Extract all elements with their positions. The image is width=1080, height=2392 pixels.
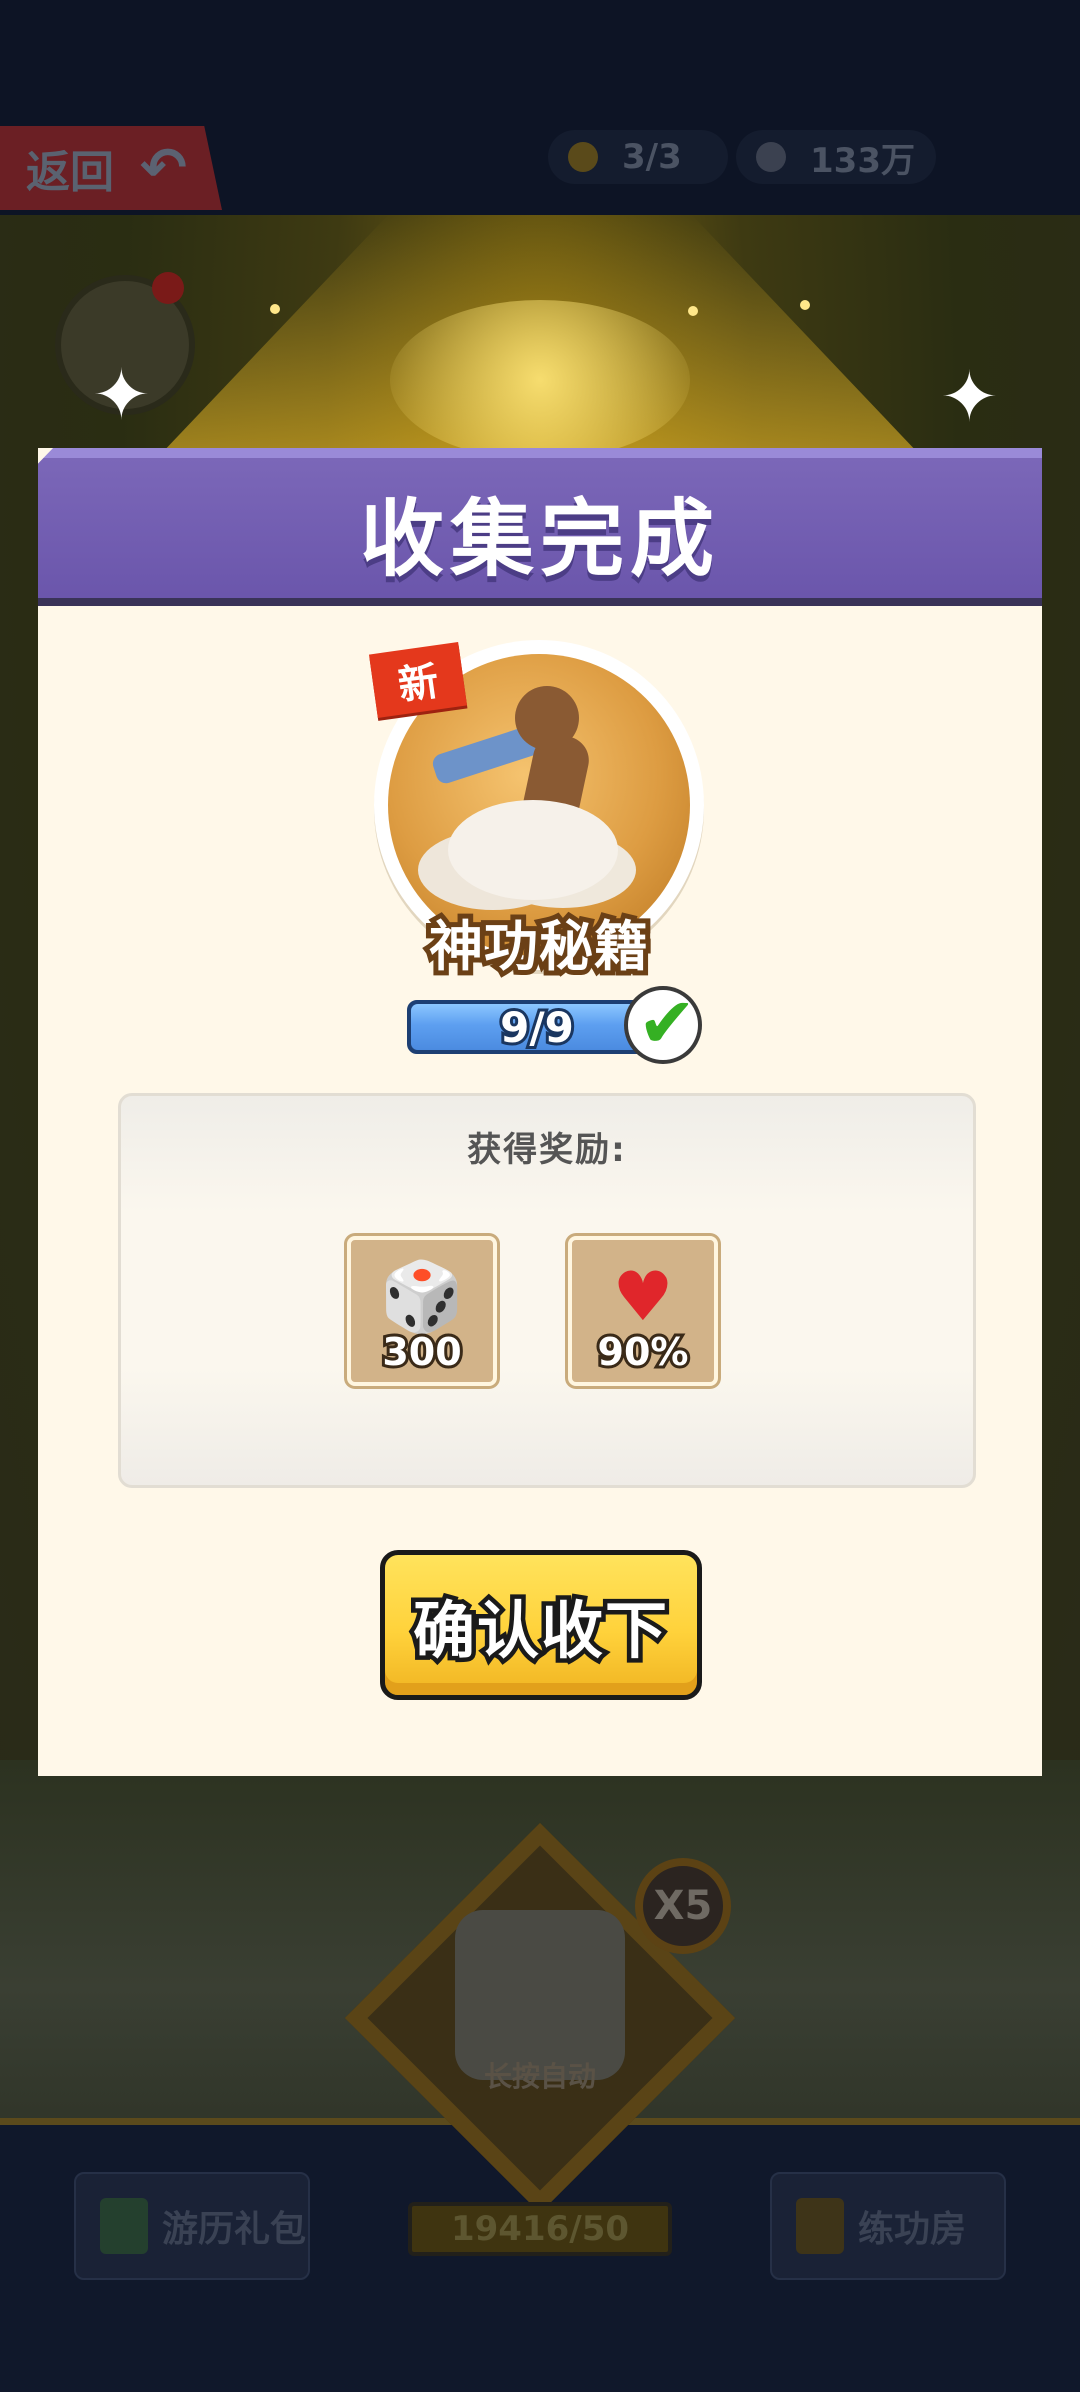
dice-icon: 🎲 bbox=[379, 1258, 465, 1337]
sparkle-icon: ✦ bbox=[92, 354, 151, 436]
new-tag: 新 bbox=[368, 642, 468, 718]
multiplier-button[interactable]: X5 bbox=[635, 1858, 731, 1954]
training-dummy-icon bbox=[796, 2198, 844, 2254]
light-glow bbox=[390, 300, 690, 460]
back-button[interactable]: 返回 ↶ bbox=[0, 126, 222, 210]
sparkle-icon: ✦ bbox=[940, 356, 999, 438]
coin-icon bbox=[756, 142, 786, 172]
coins-value: 133万 bbox=[810, 140, 915, 181]
reward-value-heart: 90% bbox=[595, 1327, 692, 1377]
coins-pill: 133万 bbox=[736, 130, 936, 184]
undo-arrow-icon: ↶ bbox=[140, 135, 187, 201]
step-counter: 19416/50 bbox=[408, 2202, 672, 2256]
confirm-button[interactable]: 确认收下 bbox=[380, 1550, 702, 1700]
stamina-pill: 3/3 bbox=[548, 130, 728, 184]
dialog-header-divider bbox=[38, 598, 1042, 606]
training-room-label: 练功房 bbox=[858, 2209, 967, 2250]
back-label: 返回 bbox=[26, 147, 114, 198]
bell-icon bbox=[568, 142, 598, 172]
stamina-value: 3/3 bbox=[622, 137, 682, 177]
checkmark-icon: ✔ bbox=[637, 982, 697, 1064]
reward-title: 获得奖励: bbox=[467, 1130, 627, 1170]
dice-hint: 长按自动 bbox=[483, 2060, 596, 2093]
gift-icon bbox=[100, 2198, 148, 2254]
notification-dot bbox=[152, 272, 184, 304]
sparkle-dot bbox=[270, 304, 280, 314]
sparkle-dot bbox=[800, 300, 810, 310]
sparkle-dot bbox=[688, 306, 698, 316]
training-room-button[interactable]: 练功房 bbox=[770, 2172, 1006, 2280]
travel-pack-label: 游历礼包 bbox=[162, 2209, 307, 2250]
dialog-title: 收集完成 bbox=[359, 490, 720, 588]
figure-head bbox=[515, 686, 579, 750]
cloud-icon bbox=[448, 800, 618, 900]
travel-pack-button[interactable]: 游历礼包 bbox=[74, 2172, 310, 2280]
heart-icon: ♥ bbox=[612, 1258, 674, 1337]
item-name: 神功秘籍 bbox=[424, 910, 653, 983]
reward-value-dice: 300 bbox=[379, 1327, 464, 1377]
